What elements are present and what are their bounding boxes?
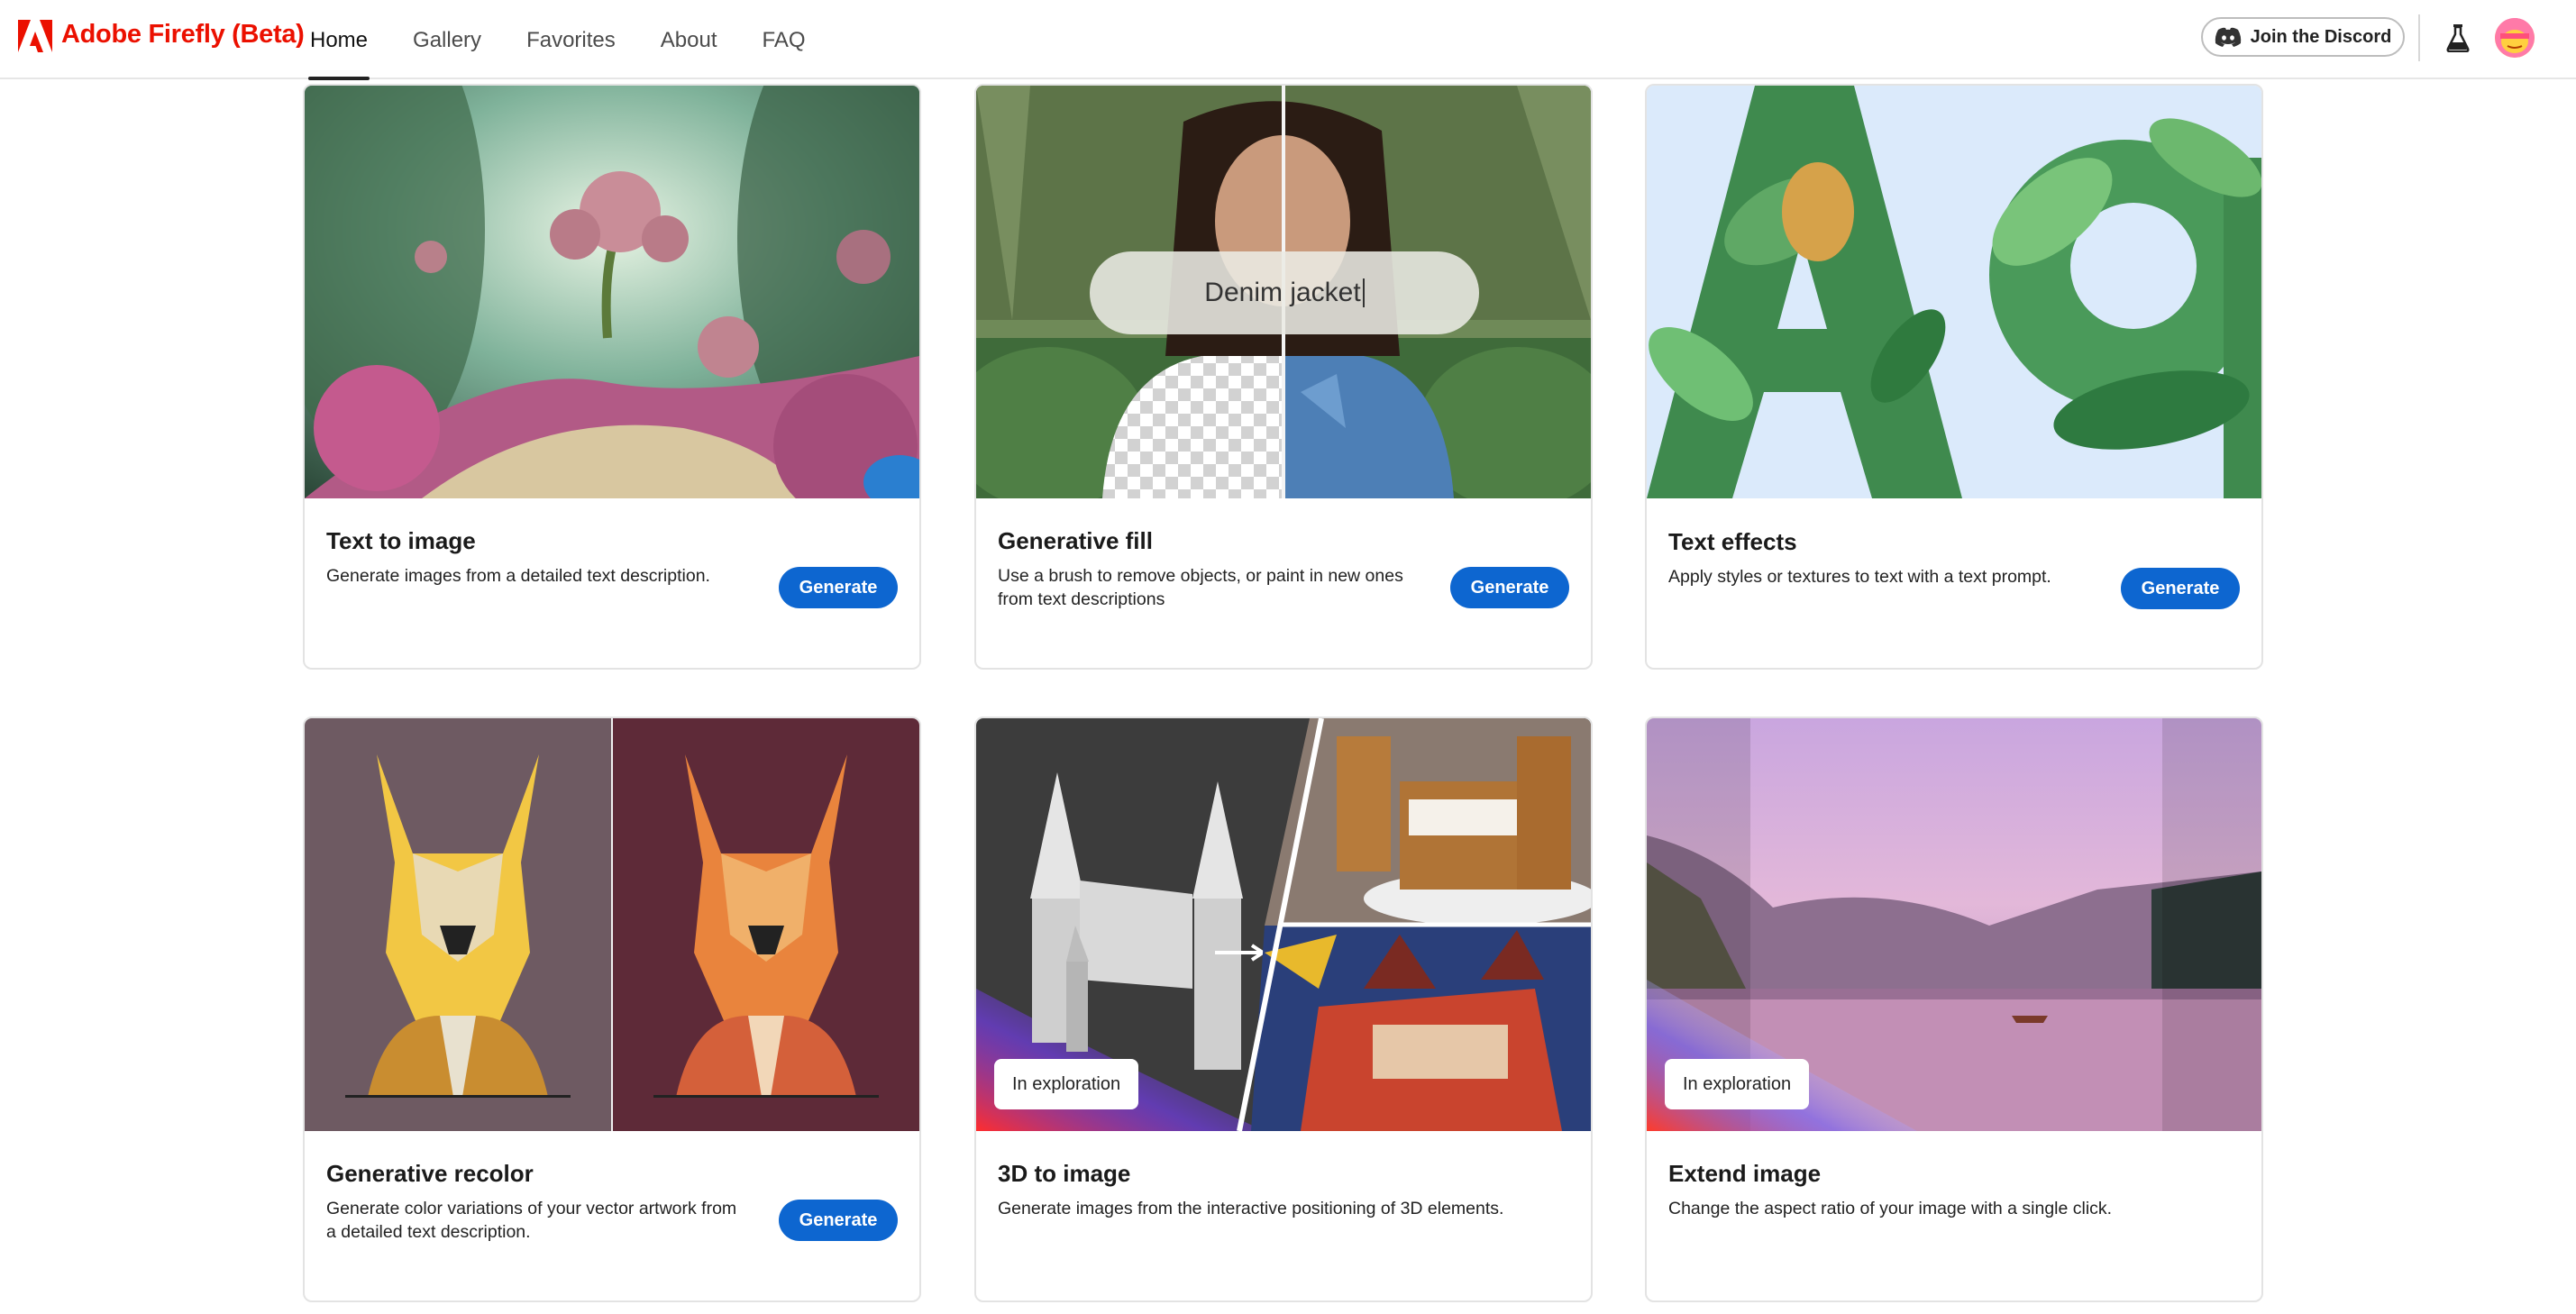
card-description: Change the aspect ratio of your image wi…	[1668, 1199, 2113, 1218]
card-description: Generate images from a detailed text des…	[326, 566, 710, 586]
top-header: Adobe Firefly (Beta) Home Gallery Favori…	[0, 0, 2576, 80]
adobe-logo-icon[interactable]	[18, 20, 52, 52]
app-brand-title[interactable]: Adobe Firefly (Beta)	[61, 20, 305, 50]
card-title: 3D to image	[998, 1160, 1131, 1187]
card-description: Use a brush to remove objects, or paint …	[998, 566, 1403, 609]
generate-button[interactable]: Generate	[779, 1200, 898, 1241]
card-description: Generate color variations of your vector…	[326, 1199, 737, 1242]
discord-button-label: Join the Discord	[2250, 26, 2392, 47]
card-image-castle-3d[interactable]: In exploration	[976, 718, 1591, 1131]
status-badge: In exploration	[994, 1059, 1139, 1109]
nav-about[interactable]: About	[661, 0, 717, 79]
card-description: Apply styles or textures to text with a …	[1668, 567, 2051, 587]
text-caret	[1362, 278, 1365, 307]
card-extend-image[interactable]: In exploration Extend image Change the a…	[1645, 716, 2263, 1302]
generate-button[interactable]: Generate	[2121, 568, 2240, 609]
card-description: Generate images from the interactive pos…	[998, 1199, 1504, 1218]
join-discord-button[interactable]: Join the Discord	[2201, 17, 2405, 57]
card-generative-recolor[interactable]: Generative recolor Generate color variat…	[303, 716, 921, 1302]
card-text-effects[interactable]: Text effects Apply styles or textures to…	[1645, 84, 2263, 670]
status-badge: In exploration	[1665, 1059, 1810, 1109]
nav-gallery[interactable]: Gallery	[413, 0, 481, 79]
card-image-leafy-letters[interactable]	[1647, 86, 2261, 498]
card-generative-fill[interactable]: Denim jacket Generative fill Use a brush…	[974, 84, 1593, 670]
card-text-to-image[interactable]: Text to image Generate images from a det…	[303, 84, 921, 670]
prompt-overlay-text: Denim jacket	[1204, 278, 1361, 307]
main-nav: Home Gallery Favorites About FAQ	[307, 0, 851, 80]
nav-faq[interactable]: FAQ	[762, 0, 805, 79]
flask-icon[interactable]	[2446, 23, 2470, 52]
card-image-recolored-dogs[interactable]	[305, 718, 919, 1131]
avatar[interactable]	[2495, 18, 2535, 58]
prompt-overlay: Denim jacket	[1090, 251, 1479, 334]
card-image-lake-sunset[interactable]: In exploration	[1647, 718, 2261, 1131]
generate-button[interactable]: Generate	[1450, 567, 1569, 608]
discord-icon	[2215, 27, 2241, 47]
card-image-fantasy-garden[interactable]	[305, 86, 919, 498]
header-divider	[2418, 14, 2420, 61]
nav-favorites[interactable]: Favorites	[526, 0, 616, 79]
nav-home[interactable]: Home	[307, 0, 370, 80]
generate-button[interactable]: Generate	[779, 567, 898, 608]
card-image-woman-denim[interactable]: Denim jacket	[976, 86, 1591, 498]
card-title: Text effects	[1668, 528, 1797, 555]
card-title: Text to image	[326, 527, 476, 554]
card-title: Extend image	[1668, 1160, 1822, 1187]
card-3d-to-image[interactable]: In exploration 3D to image Generate imag…	[974, 716, 1593, 1302]
card-title: Generative recolor	[326, 1160, 534, 1187]
card-title: Generative fill	[998, 527, 1153, 554]
